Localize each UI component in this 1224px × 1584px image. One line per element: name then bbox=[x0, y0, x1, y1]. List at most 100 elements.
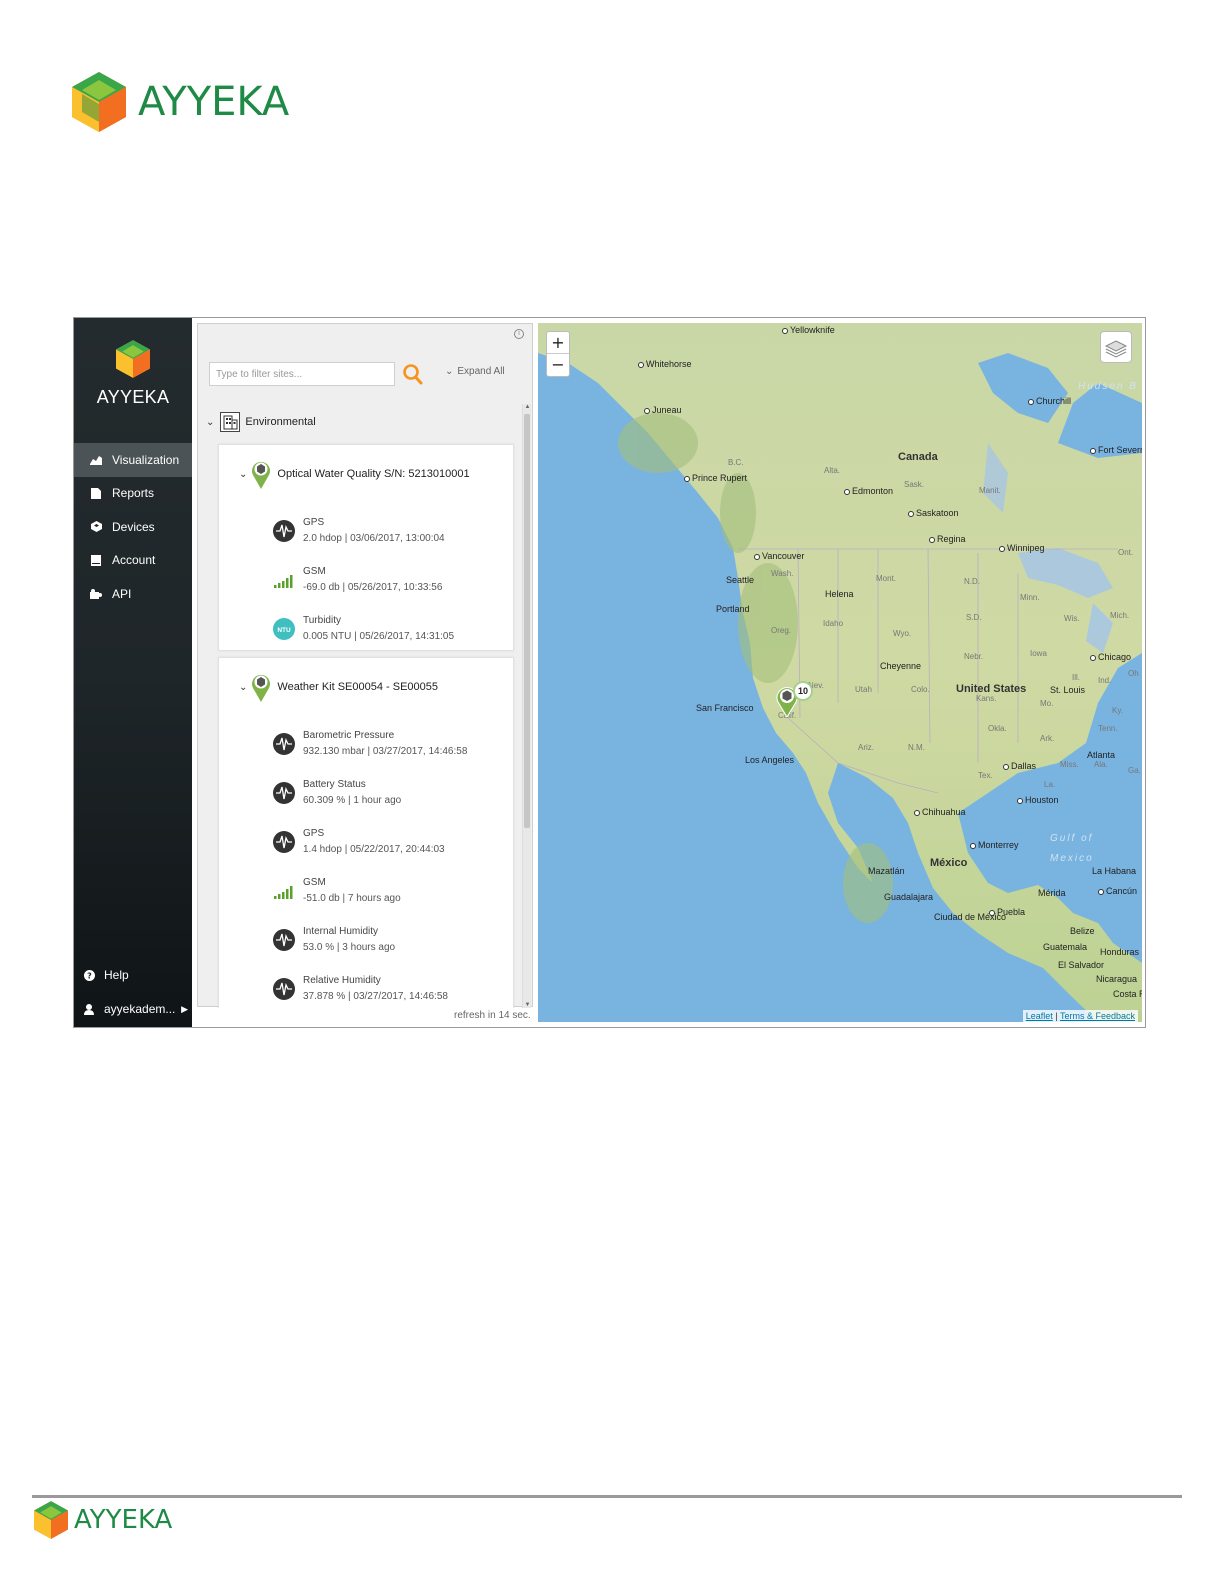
sensor-row[interactable]: GPS 1.4 hdop | 05/22/2017, 20:44:03 bbox=[273, 826, 445, 858]
sensor-value: 0.005 NTU | 05/26/2017, 14:31:05 bbox=[303, 631, 455, 642]
sensor-name: Turbidity bbox=[303, 615, 341, 626]
layers-icon bbox=[1104, 340, 1128, 358]
chevron-down-icon[interactable]: ⌄ bbox=[239, 682, 247, 693]
info-icon[interactable]: i bbox=[514, 329, 524, 339]
question-circle-icon: ? bbox=[83, 969, 95, 981]
sensor-row[interactable]: GSM -51.0 db | 7 hours ago bbox=[273, 875, 401, 907]
scroll-up-arrow[interactable]: ▲ bbox=[524, 404, 531, 410]
cube-icon bbox=[90, 521, 102, 533]
sidebar-logo[interactable]: AYYEKA bbox=[74, 340, 192, 408]
map-region-label: S.D. bbox=[966, 613, 982, 622]
map-city-label: Vancouver bbox=[754, 551, 804, 561]
map-region-label: B.C. bbox=[728, 458, 744, 467]
map-city-label: Mazatlán bbox=[868, 866, 905, 876]
sidebar-item-label: Help bbox=[104, 968, 129, 982]
sidebar-item-user[interactable]: ayyekadem... ▶ bbox=[74, 992, 192, 1026]
sensor-row[interactable]: GSM -69.0 db | 05/26/2017, 10:33:56 bbox=[273, 564, 442, 596]
sensor-row[interactable]: GPS 2.0 hdop | 03/06/2017, 13:00:04 bbox=[273, 515, 445, 547]
panel-scrollbar[interactable]: ▲ ▼ bbox=[522, 404, 531, 1008]
group-environmental[interactable]: ⌄ Environmental bbox=[206, 412, 316, 432]
map-city-label: Prince Rupert bbox=[684, 473, 747, 483]
map-city-label: Honduras bbox=[1100, 947, 1140, 957]
sidebar-item-account[interactable]: Account bbox=[74, 544, 192, 578]
header-brand-name: AYYEKA bbox=[138, 79, 290, 125]
map-pin-icon bbox=[252, 461, 271, 489]
sensor-name: Relative Humidity bbox=[303, 975, 381, 986]
zoom-out-button[interactable]: − bbox=[547, 354, 569, 376]
map-city-label: Chicago bbox=[1090, 652, 1131, 662]
refresh-countdown: refresh in 14 sec. bbox=[454, 1010, 531, 1021]
sidebar-item-help[interactable]: ? Help bbox=[74, 958, 192, 992]
site-card: ⌄ Optical Water Quality S/N: 5213010001 … bbox=[218, 444, 514, 651]
site-list-panel: i ⌄Expand All ⌄ Environmental ⌄ bbox=[197, 323, 533, 1008]
ayyeka-hexagon-logo-icon bbox=[116, 340, 150, 378]
map-city-label: Helena bbox=[825, 589, 854, 599]
svg-text:?: ? bbox=[87, 971, 92, 980]
scroll-down-arrow[interactable]: ▼ bbox=[524, 1002, 531, 1008]
waveform-icon bbox=[273, 520, 295, 542]
map-view[interactable]: + − Hudson B Gulf of Mexico Canada Unite… bbox=[538, 323, 1142, 1022]
scrollbar-thumb[interactable] bbox=[524, 414, 530, 828]
map-region-label: Minn. bbox=[1020, 593, 1040, 602]
terms-feedback-link[interactable]: Terms & Feedback bbox=[1060, 1011, 1135, 1021]
sidebar-item-visualization[interactable]: Visualization bbox=[74, 443, 192, 477]
sidebar-item-reports[interactable]: Reports bbox=[74, 477, 192, 511]
map-region-label: N.M. bbox=[908, 743, 925, 752]
leaflet-link[interactable]: Leaflet bbox=[1026, 1011, 1053, 1021]
sensor-row[interactable]: Relative Humidity 37.878 % | 03/27/2017, … bbox=[273, 973, 448, 1005]
map-region-label: Iowa bbox=[1030, 649, 1047, 658]
waveform-icon bbox=[273, 831, 295, 853]
sensor-value: 1.4 hdop | 05/22/2017, 20:44:03 bbox=[303, 844, 445, 855]
puzzle-icon bbox=[90, 588, 102, 600]
site-header[interactable]: ⌄ Optical Water Quality S/N: 5213010001 bbox=[239, 459, 470, 489]
map-city-label: Guatemala bbox=[1043, 942, 1088, 952]
sensor-row[interactable]: Battery Status 60.309 % | 1 hour ago bbox=[273, 777, 401, 809]
chevron-down-icon[interactable]: ⌄ bbox=[206, 417, 214, 428]
ntu-badge-label: NTU bbox=[277, 627, 291, 634]
sensor-row[interactable]: Barometric Pressure 932.130 mbar | 03/27/… bbox=[273, 728, 467, 760]
expand-all-button[interactable]: ⌄ Expand All bbox=[445, 366, 505, 377]
map-region-label: Tex. bbox=[978, 771, 993, 780]
sidebar: AYYEKA Visualization Reports Devices Acc… bbox=[74, 318, 192, 1027]
map-city-label: Cancún bbox=[1098, 886, 1137, 896]
map-region-label: Alta. bbox=[824, 466, 841, 475]
ntu-icon: NTU bbox=[273, 618, 295, 640]
map-region-label: Mont. bbox=[876, 574, 897, 583]
map-region-label: Ariz. bbox=[858, 743, 874, 752]
map-city-label: Regina bbox=[929, 534, 966, 544]
document-icon bbox=[90, 487, 102, 499]
sensor-value: -51.0 db | 7 hours ago bbox=[303, 893, 401, 904]
sensor-name: GSM bbox=[303, 566, 326, 577]
chevron-down-icon[interactable]: ⌄ bbox=[239, 469, 247, 480]
waveform-icon bbox=[273, 782, 295, 804]
map-city-label: Dallas bbox=[1003, 761, 1036, 771]
site-header[interactable]: ⌄ Weather Kit SE00054 - SE00055 bbox=[239, 672, 438, 702]
signal-bars-icon bbox=[274, 886, 293, 899]
group-label: Environmental bbox=[245, 416, 316, 428]
zoom-in-button[interactable]: + bbox=[547, 332, 569, 354]
map-region-label: Ind. bbox=[1098, 676, 1112, 685]
footer-divider bbox=[32, 1495, 1182, 1498]
sidebar-brand-name: AYYEKA bbox=[96, 387, 170, 407]
user-name: ayyekadem... bbox=[104, 1002, 176, 1016]
sensor-row[interactable]: NTU Turbidity 0.005 NTU | 05/26/2017, 14:… bbox=[273, 613, 454, 645]
sidebar-item-api[interactable]: API bbox=[74, 577, 192, 611]
map-region-label: Ont. bbox=[1118, 548, 1134, 557]
map-region-label: Idaho bbox=[823, 619, 844, 628]
footer-brand-name: AYYEKA bbox=[74, 1505, 173, 1535]
map-sea-label: Mexico bbox=[1050, 853, 1094, 864]
map-region-label: Miss. bbox=[1060, 760, 1079, 769]
map-city-label: El Salvador bbox=[1058, 960, 1105, 970]
map-city-label: Mérida bbox=[1038, 888, 1066, 898]
search-button[interactable] bbox=[402, 362, 424, 386]
map-cluster-badge[interactable]: 10 bbox=[793, 681, 813, 701]
map-city-label: Houston bbox=[1017, 795, 1059, 805]
layers-button[interactable] bbox=[1100, 331, 1132, 363]
sensor-row[interactable]: Internal Humidity 53.0 % | 3 hours ago bbox=[273, 924, 395, 956]
filter-sites-input[interactable] bbox=[209, 362, 395, 386]
map-region-label: Ky. bbox=[1112, 706, 1123, 715]
map-city-label: Juneau bbox=[644, 405, 682, 415]
building-icon bbox=[220, 412, 241, 432]
signal-bars-icon bbox=[274, 575, 293, 588]
sidebar-item-devices[interactable]: Devices bbox=[74, 510, 192, 544]
